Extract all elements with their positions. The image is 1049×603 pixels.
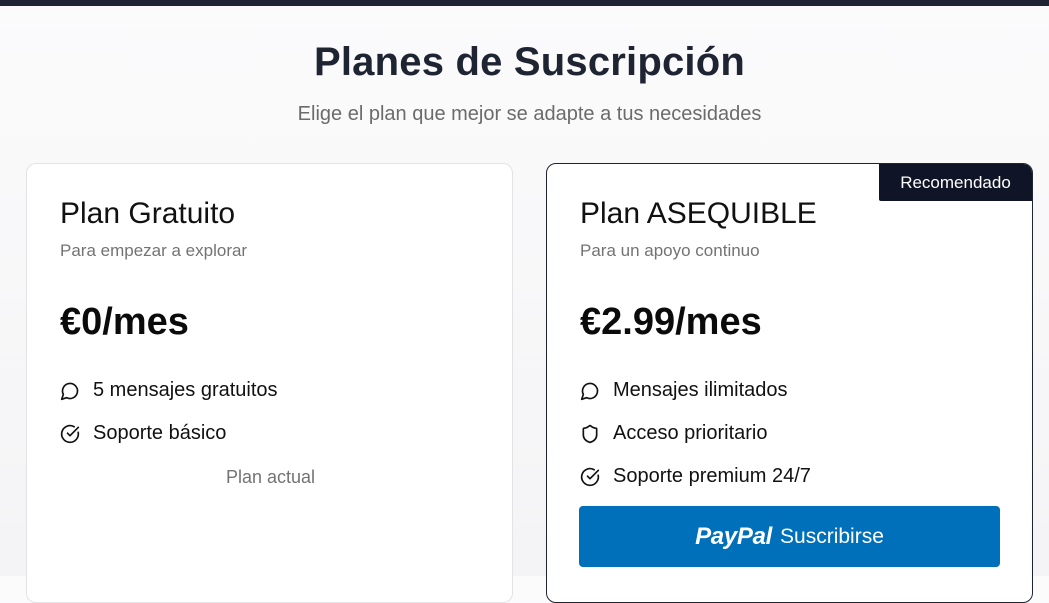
feature-item: Acceso prioritario <box>580 412 811 455</box>
top-bar <box>0 0 1049 6</box>
feature-label: Acceso prioritario <box>613 422 768 444</box>
feature-label: Soporte premium 24/7 <box>613 465 811 487</box>
feature-item: Soporte básico <box>60 412 278 455</box>
plan-card-free: Plan Gratuito Para empezar a explorar €0… <box>26 163 513 603</box>
plan-card-affordable: Recomendado Plan ASEQUIBLE Para un apoyo… <box>546 163 1033 603</box>
paypal-logo: PayPal <box>695 522 773 550</box>
plan-description: Para un apoyo continuo <box>580 241 760 260</box>
feature-list: 5 mensajes gratuitos Soporte básico <box>60 369 278 455</box>
message-circle-icon <box>580 381 600 401</box>
feature-label: Mensajes ilimitados <box>613 379 788 401</box>
plan-name: Plan Gratuito <box>60 197 236 230</box>
recommended-badge: Recomendado <box>879 164 1032 201</box>
feature-item: 5 mensajes gratuitos <box>60 369 278 412</box>
feature-item: Soporte premium 24/7 <box>580 455 811 498</box>
paypal-subscribe-button[interactable]: PayPal Suscribirse <box>579 506 1000 567</box>
plan-name: Plan ASEQUIBLE <box>580 197 817 230</box>
feature-list: Mensajes ilimitados Acceso prioritario S… <box>580 369 811 498</box>
plan-price: €0/mes <box>60 301 189 343</box>
current-plan-label: Plan actual <box>225 467 316 487</box>
feature-item: Mensajes ilimitados <box>580 369 811 412</box>
feature-label: 5 mensajes gratuitos <box>93 379 278 401</box>
shield-icon <box>580 424 600 444</box>
check-circle-icon <box>60 424 80 444</box>
page-subtitle: Elige el plan que mejor se adapte a tus … <box>297 103 762 125</box>
plan-price: €2.99/mes <box>580 301 762 343</box>
subscribe-label: Suscribirse <box>780 524 884 548</box>
message-circle-icon <box>60 381 80 401</box>
feature-label: Soporte básico <box>93 422 227 444</box>
check-circle-icon <box>580 467 600 487</box>
plan-description: Para empezar a explorar <box>60 241 248 260</box>
page-title: Planes de Suscripción <box>313 40 746 84</box>
